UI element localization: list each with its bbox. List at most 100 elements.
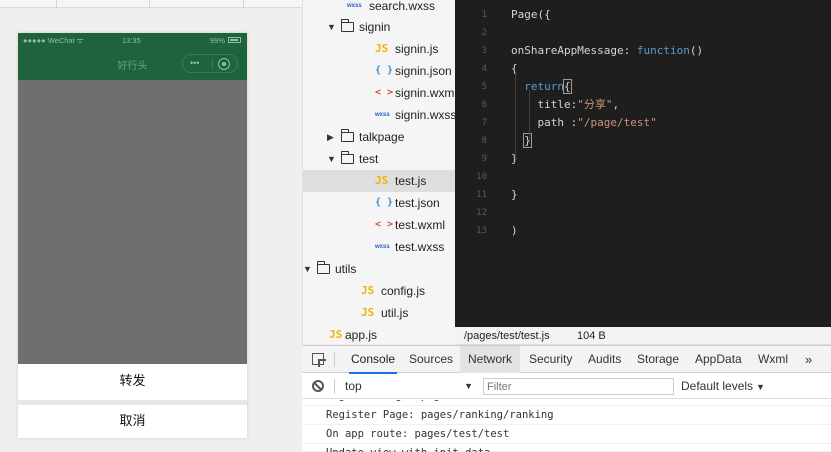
console-toolbar: top ▼ Default levels▼ — [302, 374, 831, 399]
code-line[interactable]: 13) — [455, 222, 831, 240]
filter-input[interactable] — [483, 378, 674, 395]
dropdown-caret-icon: ▼ — [464, 381, 473, 391]
code-line[interactable]: 10 — [455, 168, 831, 186]
tree-item-label: signin — [359, 20, 391, 34]
folder-open-icon — [317, 261, 330, 274]
capsule-menu[interactable]: ••• — [182, 54, 238, 73]
code-line[interactable]: 11} — [455, 186, 831, 204]
clear-console-icon[interactable] — [312, 380, 324, 392]
indent-guide — [515, 72, 516, 162]
context-select[interactable]: top ▼ — [345, 374, 473, 399]
battery-percent: 99% — [209, 36, 225, 45]
code-line[interactable]: 8 } — [455, 132, 831, 150]
tree-folder-signin[interactable]: ▼ signin — [303, 16, 455, 38]
tree-item-label: signin.wxml — [395, 86, 455, 100]
log-levels-value: Default levels — [681, 379, 754, 393]
code-line[interactable]: 7 path :"/page/test" — [455, 114, 831, 132]
tree-file-test-js[interactable]: JS test.js — [303, 170, 455, 192]
js-file-icon: JS — [361, 306, 375, 319]
forward-button[interactable]: 转发 — [18, 364, 247, 400]
toolbar-divider — [334, 352, 335, 367]
battery-icon — [228, 37, 241, 43]
wxss-file-icon: wxss — [375, 244, 390, 250]
more-tabs-icon[interactable]: » — [805, 346, 812, 373]
js-file-icon: JS — [375, 42, 389, 55]
line-number: 13 — [476, 226, 487, 236]
tree-file-signin-wxss[interactable]: wxss signin.wxss — [303, 104, 455, 126]
line-number: 9 — [481, 154, 487, 164]
console-message: Register Page: pages/ranking/ranking — [302, 406, 831, 425]
tree-item-label: test.wxml — [395, 218, 446, 232]
tree-file-config-js[interactable]: JS config.js — [303, 280, 455, 302]
js-file-icon: JS — [329, 328, 343, 341]
toolbar-divider — [334, 379, 335, 394]
tab-audits[interactable]: Audits — [588, 346, 621, 373]
code-editor[interactable]: 1 Page({ 2 3 onShareAppMessage: function() 4{… — [455, 0, 831, 327]
log-levels-select[interactable]: Default levels ▼ — [681, 374, 765, 400]
tab-sources[interactable]: Sources — [409, 346, 453, 373]
tab-storage[interactable]: Storage — [637, 346, 679, 373]
file-size: 104 B — [577, 330, 606, 342]
chevron-right-icon[interactable]: ▶ — [327, 126, 334, 148]
console-message: On app route: pages/test/test — [302, 425, 831, 444]
tab-network[interactable]: Network — [460, 346, 521, 373]
code-text: } — [511, 188, 518, 201]
indent-guide — [529, 90, 530, 144]
modal-overlay[interactable] — [18, 80, 247, 364]
tab-wxml[interactable]: Wxml — [758, 346, 788, 373]
chevron-down-icon[interactable]: ▼ — [303, 258, 312, 280]
capsule-divider — [212, 58, 213, 69]
tab-console[interactable]: Console — [348, 346, 398, 374]
line-number: 8 — [481, 136, 487, 146]
tree-file-app-js[interactable]: JS app.js — [303, 324, 455, 344]
code-text: path :"/page/test" — [511, 116, 657, 129]
tree-folder-utils[interactable]: ▼ utils — [303, 258, 455, 280]
more-dots-icon[interactable]: ••• — [190, 58, 199, 68]
tree-item-label: app.js — [345, 328, 378, 342]
code-line[interactable]: 4{ — [455, 60, 831, 78]
line-number: 11 — [476, 190, 487, 200]
code-text: } — [523, 133, 532, 148]
code-line[interactable]: 9} — [455, 150, 831, 168]
wxml-file-icon: < > — [375, 219, 394, 230]
tree-file-signin-json[interactable]: { } signin.json — [303, 60, 455, 82]
code-line[interactable]: 1 Page({ — [455, 6, 831, 24]
tree-file-test-json[interactable]: { } test.json — [303, 192, 455, 214]
tree-folder-talkpage[interactable]: ▶ talkpage — [303, 126, 455, 148]
file-path: /pages/test/test.js — [464, 330, 550, 342]
code-text: Page({ — [511, 8, 551, 21]
code-line[interactable]: 2 — [455, 24, 831, 42]
phone-simulator: ●●●●● WeChat ᯤ 13:35 99% 好行头 ••• 转发 取消 — [18, 33, 247, 438]
tab-security[interactable]: Security — [529, 346, 572, 373]
dropdown-caret-icon: ▼ — [756, 382, 765, 392]
chevron-down-icon[interactable]: ▼ — [327, 148, 336, 170]
wxss-file-icon: wxss — [347, 3, 362, 9]
code-text: ) — [511, 224, 518, 237]
inspect-element-icon[interactable] — [312, 353, 324, 365]
devtools-panel: Console Sources Network Security Audits … — [302, 345, 831, 452]
wxss-file-icon: wxss — [375, 112, 390, 118]
code-line[interactable]: 12 — [455, 204, 831, 222]
cancel-button[interactable]: 取消 — [18, 405, 247, 438]
line-number: 3 — [481, 46, 487, 56]
close-circle-icon[interactable] — [218, 58, 230, 70]
tree-file-test-wxml[interactable]: < > test.wxml — [303, 214, 455, 236]
toolbar-divider — [149, 0, 150, 8]
code-line[interactable]: 3 onShareAppMessage: function() — [455, 42, 831, 60]
tree-file-test-wxss[interactable]: wxss test.wxss — [303, 236, 455, 258]
tab-appdata[interactable]: AppData — [695, 346, 742, 373]
chevron-down-icon[interactable]: ▼ — [327, 16, 336, 38]
tree-file-signin-wxml[interactable]: < > signin.wxml — [303, 82, 455, 104]
folder-icon — [341, 129, 354, 142]
tree-item-label: utils — [335, 262, 357, 276]
tree-file-util-js[interactable]: JS util.js — [303, 302, 455, 324]
js-file-icon: JS — [361, 284, 375, 297]
wxml-file-icon: < > — [375, 87, 394, 98]
code-line[interactable]: 5 return{ — [455, 78, 831, 96]
tree-file-signin-js[interactable]: JS signin.js — [303, 38, 455, 60]
tree-folder-test[interactable]: ▼ test — [303, 148, 455, 170]
line-number: 1 — [481, 10, 487, 20]
tree-file-search-wxss[interactable]: wxss search.wxss — [303, 0, 455, 17]
code-line[interactable]: 6 title:"分享", — [455, 96, 831, 114]
tree-item-label: signin.json — [395, 64, 452, 78]
